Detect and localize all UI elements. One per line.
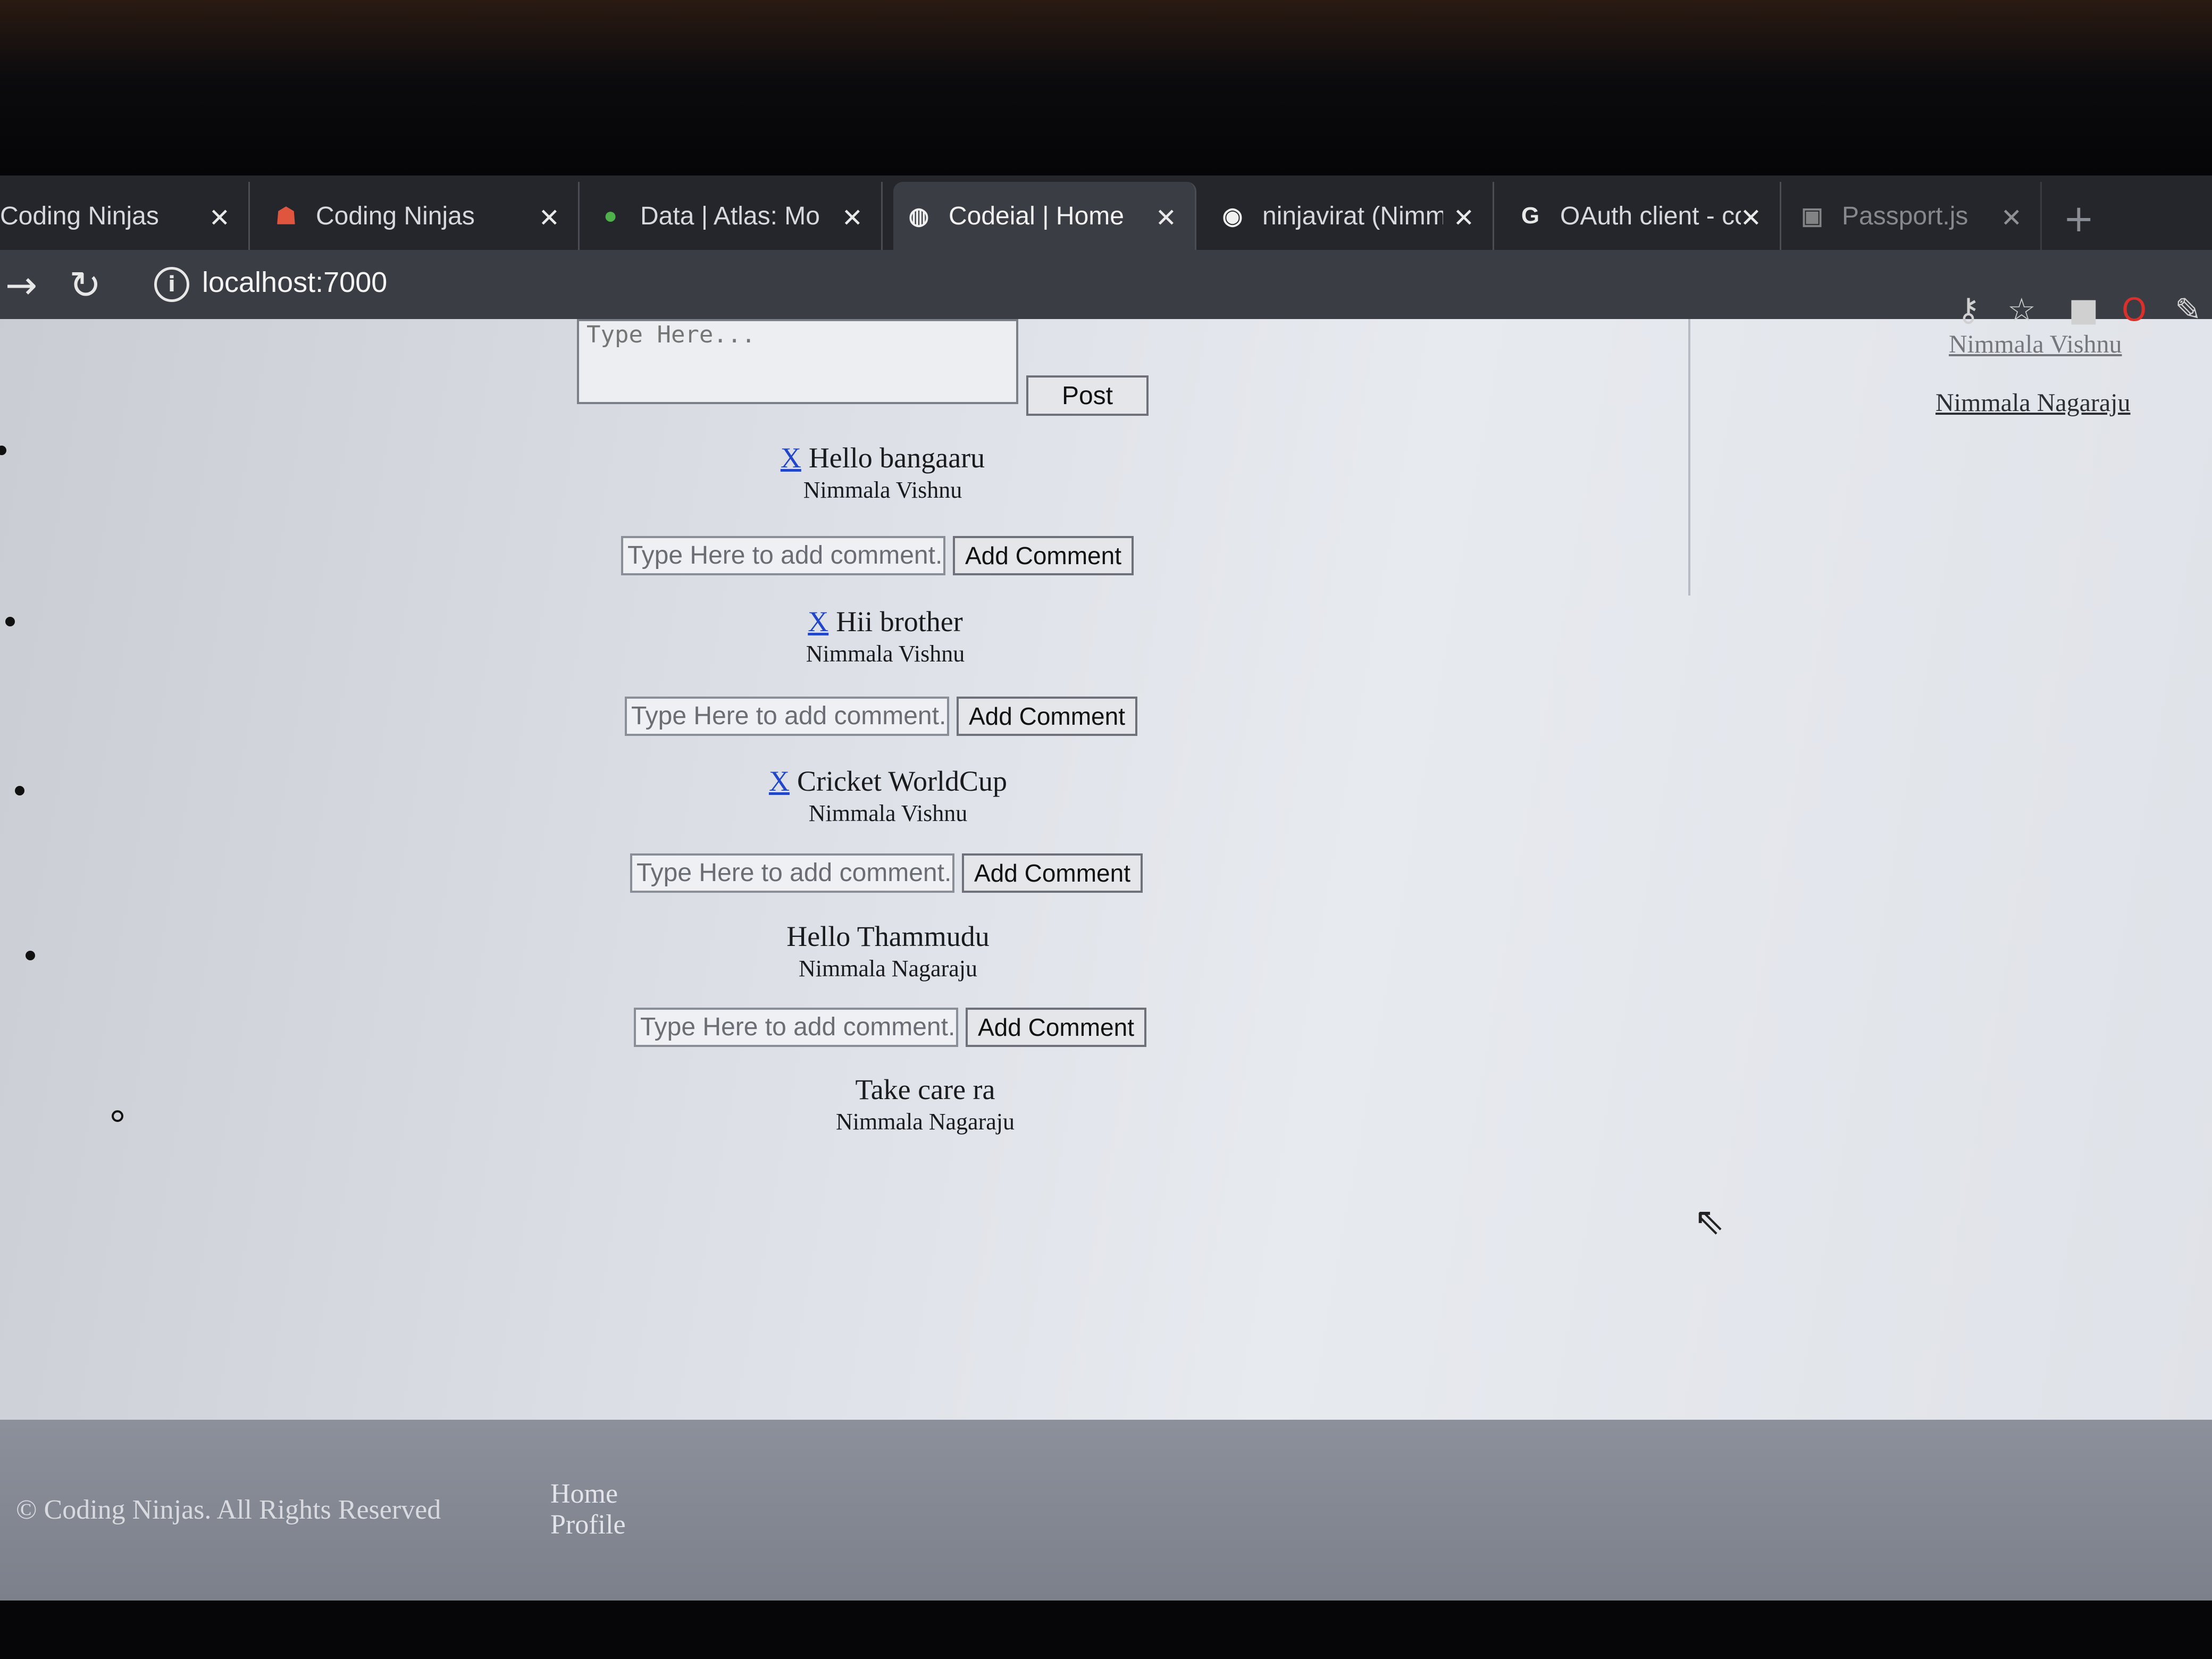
post-item: X Cricket WorldCup Nimmala Vishnu [622, 765, 1154, 827]
tab-strip: Coding Ninjas ✕ ☗ Coding Ninjas ✕ ● Data… [0, 175, 2212, 250]
post-author: Nimmala Vishnu [803, 477, 962, 503]
close-icon[interactable]: ✕ [1453, 203, 1474, 233]
post-author: Nimmala Vishnu [808, 800, 968, 826]
add-comment-button[interactable]: Add Comment [957, 697, 1137, 736]
new-tab-button[interactable]: + [2063, 197, 2094, 240]
browser-window: Coding Ninjas ✕ ☗ Coding Ninjas ✕ ● Data… [0, 175, 2212, 1601]
comment-text: Take care ra [855, 1074, 995, 1105]
add-comment-button[interactable]: Add Comment [966, 1008, 1146, 1047]
comment-form: Type Here to add comment.. Add Comment [625, 697, 1137, 736]
post-item: X Hii brother Nimmala Vishnu [619, 605, 1151, 667]
tab-title: OAuth client - coc [1560, 202, 1741, 230]
tab-title: Passport.js [1842, 202, 1968, 230]
github-icon: ◉ [1222, 203, 1243, 229]
post-content: X Hii brother [619, 605, 1151, 638]
info-icon[interactable]: i [154, 267, 189, 302]
add-comment-button[interactable]: Add Comment [962, 853, 1143, 893]
comment-form: Type Here to add comment.. Add Comment [621, 536, 1134, 575]
list-bullet [26, 951, 35, 960]
passport-icon: ▣ [1801, 203, 1823, 229]
footer-link-profile[interactable]: Profile [550, 1509, 626, 1540]
post-content: X Hello bangaaru [617, 441, 1149, 474]
mongodb-leaf-icon: ● [603, 203, 618, 229]
coding-ninjas-icon: ☗ [275, 203, 297, 229]
comment-item: Take care ra Nimmala Nagaraju [659, 1073, 1191, 1135]
tab-title: Codeial | Home [949, 202, 1124, 230]
tab-title: Coding Ninjas [0, 202, 159, 230]
footer-link-home[interactable]: Home [550, 1478, 618, 1510]
delete-post-button[interactable]: X [808, 606, 828, 638]
friend-link[interactable]: Nimmala Nagaraju [1936, 388, 2131, 417]
post-button[interactable]: Post [1026, 375, 1149, 416]
tab-mongodb-atlas[interactable]: ● Data | Atlas: Mong ✕ [585, 182, 883, 250]
post-content: Hello Thammudu [622, 920, 1154, 953]
comment-form: Type Here to add comment.. Add Comment [634, 1008, 1146, 1047]
tab-oauth-client[interactable]: G OAuth client - coc ✕ [1505, 182, 1781, 250]
close-icon[interactable]: ✕ [1740, 203, 1762, 233]
footer-copyright: © Coding Ninjas. All Rights Reserved [16, 1495, 441, 1525]
sidebar-divider [1688, 319, 1690, 596]
list-bullet [15, 786, 24, 795]
comment-form: Type Here to add comment.. Add Comment [630, 853, 1143, 893]
monitor-bezel-bottom [0, 1601, 2212, 1659]
close-icon[interactable]: ✕ [2001, 203, 2022, 233]
comment-author: Nimmala Nagaraju [836, 1109, 1015, 1135]
page-content: Post Nimmala Vishnu Nimmala Nagaraju XHe… [0, 319, 2212, 1563]
browser-toolbar: → ↻ i localhost:7000 ⚷ ☆ ■ O ✎ [0, 250, 2212, 329]
friend-link[interactable]: Nimmala Vishnu [1949, 330, 2122, 359]
tab-title: ninjavirat (Nimma [1262, 202, 1443, 230]
mouse-cursor-icon: ⇖ [1694, 1199, 1725, 1243]
tab-codeial-home[interactable]: ◍ Codeial | Home ✕ [893, 182, 1196, 250]
post-author: Nimmala Nagaraju [799, 956, 977, 982]
forward-icon[interactable]: → [5, 263, 37, 307]
comment-input[interactable]: Type Here to add comment.. [634, 1008, 958, 1047]
post-text: Cricket WorldCup [797, 765, 1008, 797]
reload-icon[interactable]: ↻ [69, 263, 101, 307]
footer: © Coding Ninjas. All Rights Reserved Hom… [0, 1420, 2212, 1601]
post-text: Hello bangaaru [808, 442, 985, 474]
monitor-bezel-top [0, 0, 2212, 175]
google-icon: G [1521, 203, 1540, 229]
close-icon[interactable]: ✕ [842, 203, 863, 233]
globe-icon: ◍ [908, 203, 929, 229]
comment-content: Take care ra [659, 1073, 1191, 1106]
post-text: Hello Thammudu [786, 920, 990, 952]
list-bullet [0, 446, 6, 455]
close-icon[interactable]: ✕ [209, 203, 230, 233]
tab-title: Data | Atlas: Mong [640, 202, 821, 230]
close-icon[interactable]: ✕ [539, 203, 560, 233]
post-item: Hello Thammudu Nimmala Nagaraju [622, 920, 1154, 982]
list-bullet [5, 617, 15, 626]
close-icon[interactable]: ✕ [1155, 203, 1177, 233]
tab-github[interactable]: ◉ ninjavirat (Nimma ✕ [1207, 182, 1494, 250]
post-content: X Cricket WorldCup [622, 765, 1154, 798]
address-bar[interactable]: localhost:7000 [202, 266, 387, 299]
list-bullet [112, 1110, 123, 1122]
delete-post-button[interactable]: X [781, 442, 801, 474]
post-form: Post [577, 319, 1149, 416]
tab-coding-ninjas-2[interactable]: ☗ Coding Ninjas ✕ [261, 182, 580, 250]
tab-title: Coding Ninjas [316, 202, 475, 230]
post-author: Nimmala Vishnu [806, 641, 965, 667]
delete-post-button[interactable]: X [769, 765, 790, 797]
tab-passport[interactable]: ▣ Passport.js ✕ [1787, 182, 2042, 250]
post-textarea[interactable] [577, 319, 1018, 404]
comment-input[interactable]: Type Here to add comment.. [625, 697, 949, 736]
comment-input[interactable]: Type Here to add comment.. [621, 536, 945, 575]
post-text: Hii brother [836, 606, 963, 638]
post-item: X Hello bangaaru Nimmala Vishnu [617, 441, 1149, 504]
comment-input[interactable]: Type Here to add comment.. [630, 853, 954, 893]
add-comment-button[interactable]: Add Comment [953, 536, 1134, 575]
tab-coding-ninjas-1[interactable]: Coding Ninjas ✕ [0, 182, 250, 250]
